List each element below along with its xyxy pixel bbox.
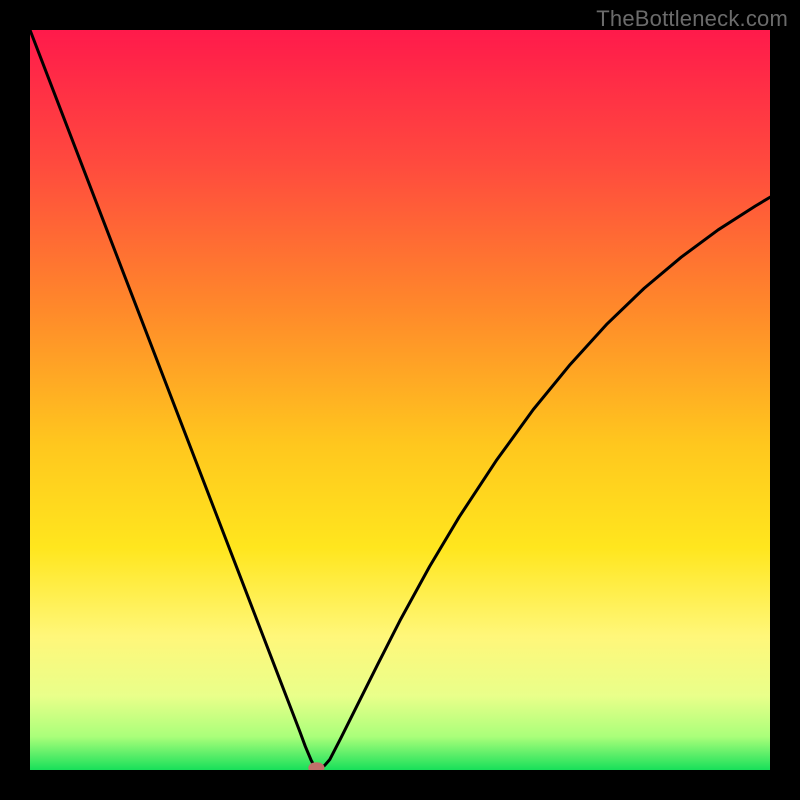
gradient-background	[30, 30, 770, 770]
chart-svg	[30, 30, 770, 770]
plot-area	[30, 30, 770, 770]
watermark-label: TheBottleneck.com	[596, 6, 788, 32]
chart-frame: TheBottleneck.com	[0, 0, 800, 800]
